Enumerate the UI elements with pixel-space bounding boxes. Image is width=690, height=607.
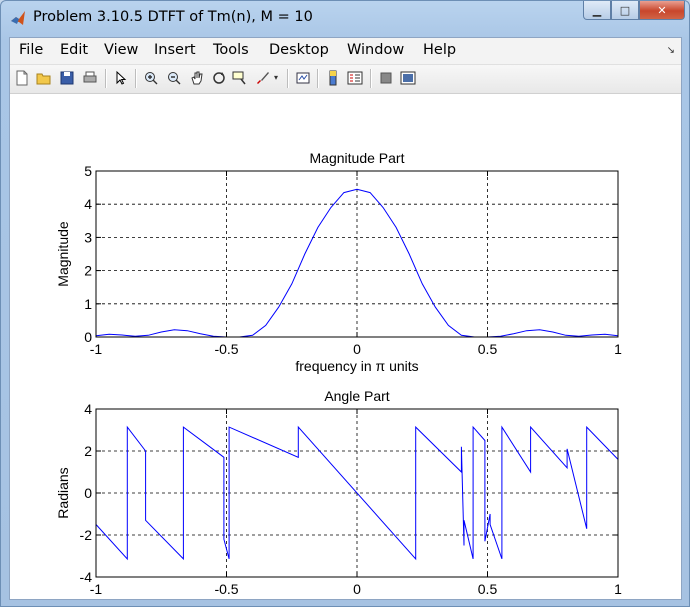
y-tick-label: 2 (84, 263, 92, 279)
figure-canvas: -1 -0.5 0 0.5 1 0 1 2 3 4 5 Magnitude Part frequency… (10, 94, 681, 607)
y-tick-label: 1 (84, 296, 92, 312)
x-tick-label: 1 (614, 581, 622, 597)
save-icon[interactable] (59, 70, 75, 86)
axes-2: -1-0.500.51-4-2024Angle Partfrequency in… (55, 388, 622, 607)
plot-canvas: -1 -0.5 0 0.5 1012345Magnitude Partfrequency… (55, 150, 622, 607)
figure-client-area: File Edit View Insert Tools Desktop Wind… (9, 37, 682, 607)
zoom-out-icon[interactable] (166, 70, 182, 86)
y-tick-label: -4 (80, 569, 93, 585)
y-tick-label: 3 (84, 229, 92, 245)
maximize-icon: □ (619, 3, 631, 17)
data-cursor-icon[interactable] (232, 70, 248, 86)
dock-arrow-icon[interactable]: ↘ (667, 45, 675, 56)
open-file-icon[interactable] (36, 70, 52, 86)
figure-toolbar: ▾ (10, 65, 681, 94)
print-icon[interactable] (82, 70, 98, 86)
x-tick-label: -0.5 (214, 581, 238, 597)
menu-file[interactable]: File (19, 42, 43, 58)
x-tick-label: -0.5 (214, 341, 238, 357)
x-axis-label: frequency in π units (295, 598, 418, 599)
y-tick-label: 2 (84, 443, 92, 459)
hide-plot-tools-icon[interactable] (378, 70, 394, 86)
colorbar-icon[interactable] (325, 70, 341, 86)
menu-edit[interactable]: Edit (60, 42, 88, 58)
x-tick-label: 0 (353, 581, 361, 597)
menu-bar: File Edit View Insert Tools Desktop Wind… (10, 38, 681, 65)
y-tick-label: 4 (84, 196, 92, 212)
minimize-icon: ▁ (592, 3, 602, 17)
x-tick-label: 0.5 (478, 341, 498, 357)
y-tick-label: -2 (80, 527, 93, 543)
legend-icon[interactable] (347, 70, 363, 86)
chart-title: Angle Part (324, 388, 389, 404)
x-tick-label: 1 (614, 341, 622, 357)
close-icon: ✕ (657, 3, 667, 17)
pan-icon[interactable] (189, 70, 205, 86)
y-tick-label: 0 (84, 485, 92, 501)
link-plot-icon[interactable] (295, 70, 311, 86)
close-button[interactable]: ✕ (639, 1, 685, 20)
figure-window: Problem 3.10.5 DTFT of Tm(n), M = 10 ▁ □… (0, 0, 690, 607)
window-title: Problem 3.10.5 DTFT of Tm(n), M = 10 (33, 9, 313, 25)
brush-dropdown-icon[interactable]: ▾ (274, 73, 278, 82)
menu-window[interactable]: Window (347, 42, 404, 58)
x-tick-label: 0 (353, 341, 361, 357)
menu-desktop[interactable]: Desktop (269, 42, 329, 58)
minimize-button[interactable]: ▁ (583, 1, 611, 20)
axes-1: -1 -0.5 0 0.5 1012345Magnitude Partfrequency… (55, 150, 622, 374)
maximize-button[interactable]: □ (611, 1, 639, 20)
y-tick-label: 4 (84, 401, 92, 417)
new-figure-icon[interactable] (14, 70, 30, 86)
brush-icon[interactable] (255, 70, 271, 86)
y-tick-label: 5 (84, 163, 92, 179)
menu-help[interactable]: Help (423, 42, 456, 58)
zoom-in-icon[interactable] (143, 70, 159, 86)
x-axis-label: frequency in π units (295, 358, 418, 374)
show-plot-tools-icon[interactable] (400, 70, 416, 86)
y-axis-label: Radians (55, 467, 71, 518)
x-tick-label: 0.5 (478, 581, 498, 597)
menu-tools[interactable]: Tools (213, 42, 249, 58)
chart-title: Magnitude Part (310, 150, 405, 166)
matlab-logo-icon (11, 11, 25, 25)
title-bar[interactable]: Problem 3.10.5 DTFT of Tm(n), M = 10 ▁ □… (1, 1, 689, 35)
menu-insert[interactable]: Insert (154, 42, 196, 58)
rotate-3d-icon[interactable] (211, 70, 227, 86)
pointer-icon[interactable] (113, 70, 129, 86)
y-axis-label: Magnitude (55, 221, 71, 287)
y-tick-label: 0 (84, 329, 92, 345)
menu-view[interactable]: View (104, 42, 138, 58)
